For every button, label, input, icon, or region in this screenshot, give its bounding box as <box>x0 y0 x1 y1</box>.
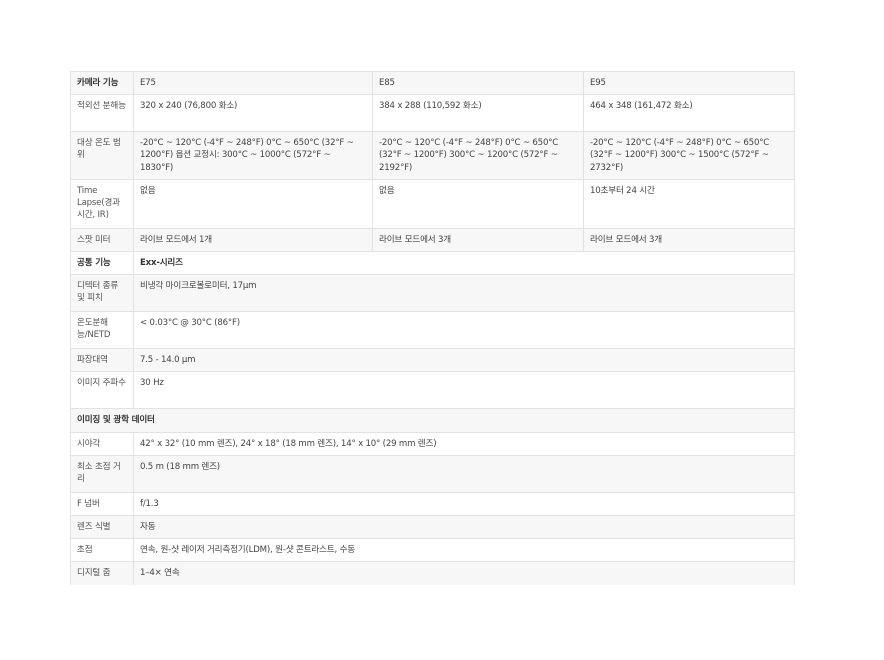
table-row: F 넘버 f/1.3 <box>70 491 795 517</box>
row-label: Time Lapse(경과 시간, IR) <box>70 178 134 229</box>
table-row: 스팟 미터 라이브 모드에서 1개 라이브 모드에서 3개 라이브 모드에서 3… <box>70 227 795 253</box>
table-row: 대상 온도 범위 -20°C ~ 120°C (-4°F ~ 248°F) 0°… <box>70 131 795 180</box>
cell-e85: -20°C ~ 120°C (-4°F ~ 248°F) 0°C ~ 650°C… <box>372 131 584 180</box>
row-label: 온도분해능/NETD <box>70 311 134 350</box>
spec-table: 카메라 기능 E75 E85 E95 적외선 분해능 320 x 240 (76… <box>70 70 795 586</box>
row-label: 초점 <box>70 538 134 563</box>
series-name: Exx-시리즈 <box>133 251 795 276</box>
row-label: 디지털 줌 <box>70 561 134 586</box>
table-row: Time Lapse(경과 시간, IR) 없음 없음 10초부터 24 시간 <box>70 178 795 229</box>
cell-e75: 320 x 240 (76,800 화소) <box>133 94 373 133</box>
cell-e95: 10초부터 24 시간 <box>583 178 795 229</box>
table-row: 최소 초점 거리 0.5 m (18 mm 렌즈) <box>70 454 795 493</box>
table-row: 디텍터 종류 및 피치 비냉각 마이크로볼로미터, 17µm <box>70 274 795 313</box>
table-row: 시야각 42° x 32° (10 mm 렌즈), 24° x 18° (18 … <box>70 431 795 456</box>
row-label: 파장대역 <box>70 348 134 373</box>
header-model-e95: E95 <box>583 70 795 96</box>
cell-e85: 라이브 모드에서 3개 <box>372 227 584 253</box>
row-label: F 넘버 <box>70 491 134 517</box>
page-bottom-cutoff <box>0 585 884 660</box>
row-value: 자동 <box>133 515 795 540</box>
cell-e95: -20°C ~ 120°C (-4°F ~ 248°F) 0°C ~ 650°C… <box>583 131 795 180</box>
header-model-e85: E85 <box>372 70 584 96</box>
row-value: 연속, 원-샷 레이저 거리측정기(LDM), 원-샷 콘트라스트, 수동 <box>133 538 795 563</box>
table-row: 파장대역 7.5 - 14.0 µm <box>70 348 795 373</box>
cell-e85: 384 x 288 (110,592 화소) <box>372 94 584 133</box>
row-value: 0.5 m (18 mm 렌즈) <box>133 454 795 493</box>
header-model-e75: E75 <box>133 70 373 96</box>
section-label: 공통 기능 <box>70 251 134 276</box>
cell-e95: 464 x 348 (161,472 화소) <box>583 94 795 133</box>
table-row: 디지털 줌 1–4× 연속 <box>70 561 795 586</box>
cell-e75: 라이브 모드에서 1개 <box>133 227 373 253</box>
table-row: 초점 연속, 원-샷 레이저 거리측정기(LDM), 원-샷 콘트라스트, 수동 <box>70 538 795 563</box>
header-feature: 카메라 기능 <box>70 70 134 96</box>
table-row: 렌즈 식별 자동 <box>70 515 795 540</box>
cell-e95: 라이브 모드에서 3개 <box>583 227 795 253</box>
row-label: 이미지 주파수 <box>70 371 134 410</box>
section-label: 이미징 및 광학 데이터 <box>70 408 795 433</box>
header-row: 카메라 기능 E75 E85 E95 <box>70 70 795 96</box>
row-label: 최소 초점 거리 <box>70 454 134 493</box>
row-value: 30 Hz <box>133 371 795 410</box>
section-header-row: 이미징 및 광학 데이터 <box>70 408 795 433</box>
row-label: 디텍터 종류 및 피치 <box>70 274 134 313</box>
row-value: 비냉각 마이크로볼로미터, 17µm <box>133 274 795 313</box>
row-value: < 0.03°C @ 30°C (86°F) <box>133 311 795 350</box>
cell-e75: -20°C ~ 120°C (-4°F ~ 248°F) 0°C ~ 650°C… <box>133 131 373 180</box>
row-value: 7.5 - 14.0 µm <box>133 348 795 373</box>
section-header-row: 공통 기능 Exx-시리즈 <box>70 251 795 276</box>
table-row: 적외선 분해능 320 x 240 (76,800 화소) 384 x 288 … <box>70 94 795 133</box>
table-row: 이미지 주파수 30 Hz <box>70 371 795 410</box>
row-label: 대상 온도 범위 <box>70 131 134 180</box>
row-label: 적외선 분해능 <box>70 94 134 133</box>
row-label: 렌즈 식별 <box>70 515 134 540</box>
cell-e85: 없음 <box>372 178 584 229</box>
row-value: f/1.3 <box>133 491 795 517</box>
row-label: 스팟 미터 <box>70 227 134 253</box>
cell-e75: 없음 <box>133 178 373 229</box>
table-row: 온도분해능/NETD < 0.03°C @ 30°C (86°F) <box>70 311 795 350</box>
row-value: 1–4× 연속 <box>133 561 795 586</box>
row-value: 42° x 32° (10 mm 렌즈), 24° x 18° (18 mm 렌… <box>133 431 795 456</box>
row-label: 시야각 <box>70 431 134 456</box>
